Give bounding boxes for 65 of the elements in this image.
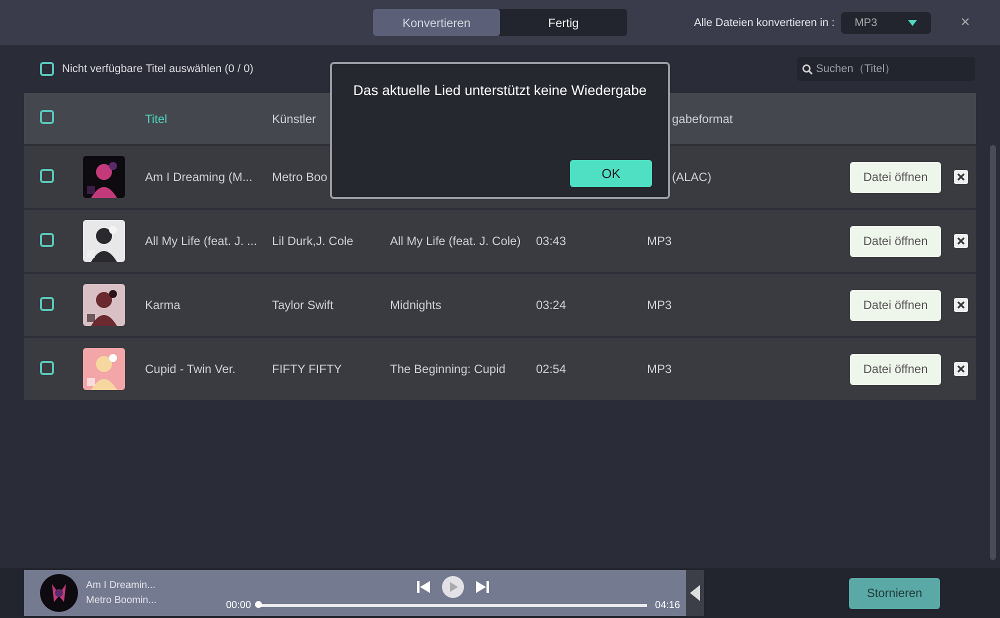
checkbox[interactable]: [40, 168, 54, 182]
album-cell: Midnights: [390, 298, 442, 312]
scrollbar[interactable]: [990, 145, 996, 560]
checkbox[interactable]: [40, 360, 54, 374]
album-cell: All My Life (feat. J. Cole): [390, 234, 521, 248]
close-icon: [957, 237, 965, 245]
duration-cell: 02:54: [536, 362, 566, 376]
checkbox[interactable]: [40, 110, 54, 124]
open-file-button[interactable]: Datei öffnen: [850, 162, 941, 192]
artist-cell: Metro Boo: [272, 170, 328, 184]
next-icon: [476, 580, 490, 592]
title-cell: Am I Dreaming (M...: [145, 170, 252, 184]
delete-button[interactable]: [954, 170, 968, 184]
triangle-left-icon: [690, 585, 700, 601]
delete-button[interactable]: [954, 298, 968, 312]
elapsed-time: 00:00: [226, 600, 252, 610]
caret-icon: [908, 20, 917, 26]
checkbox[interactable]: [40, 232, 54, 246]
close-icon: [957, 173, 965, 181]
column-header[interactable]: gabeformat: [672, 112, 733, 126]
close-button[interactable]: ×: [956, 14, 974, 32]
column-header[interactable]: Künstler: [272, 112, 316, 126]
artist-cell: Lil Durk,J. Cole: [272, 234, 354, 248]
format-cell: MP3: [647, 298, 672, 312]
tab[interactable]: Konvertieren: [373, 9, 500, 36]
artist-cell: Taylor Swift: [272, 298, 334, 312]
duration-cell: 03:24: [536, 298, 566, 312]
checkbox[interactable]: [40, 62, 54, 76]
title-cell: Karma: [145, 298, 180, 312]
ok-button[interactable]: OK: [570, 160, 652, 187]
title-cell: All My Life (feat. J. ...: [145, 234, 258, 248]
open-file-button[interactable]: Datei öffnen: [850, 290, 941, 320]
open-file-button[interactable]: Datei öffnen: [850, 354, 941, 384]
select-unavailable-label: Nicht verfügbare Titel auswählen (0 / 0): [62, 63, 254, 75]
slider-thumb[interactable]: [255, 601, 262, 608]
delete-button[interactable]: [954, 362, 968, 376]
search-icon: [802, 64, 813, 75]
close-icon: [957, 301, 965, 309]
track-title: Am I Dreamin...: [86, 580, 156, 591]
track-artist: Metro Boomin...: [86, 595, 158, 606]
format-cell: (ALAC): [672, 170, 712, 184]
format-cell: MP3: [647, 234, 672, 248]
delete-button[interactable]: [954, 234, 968, 248]
next-button[interactable]: [476, 580, 490, 592]
play-icon: [450, 582, 458, 592]
search-field[interactable]: Suchen（Titel）: [797, 57, 975, 81]
format-cell: MP3: [647, 362, 672, 376]
collapse-button[interactable]: [686, 570, 704, 616]
tab[interactable]: Fertig: [500, 9, 627, 36]
dialog-message: Das aktuelle Lied unterstützt keine Wiedergabe: [352, 82, 648, 98]
close-icon: [957, 365, 965, 373]
column-header[interactable]: Titel: [145, 112, 168, 126]
format-label: Alle Dateien konvertieren in :: [694, 16, 835, 28]
previous-icon: [417, 580, 430, 592]
previous-button[interactable]: [417, 580, 430, 592]
open-file-button[interactable]: Datei öffnen: [850, 226, 941, 256]
checkbox[interactable]: [40, 296, 54, 310]
play-button[interactable]: [442, 576, 464, 598]
artist-cell: FIFTY FIFTY: [272, 362, 342, 376]
duration-cell: 03:43: [536, 234, 566, 248]
cancel-button[interactable]: Stornieren: [849, 578, 940, 608]
format-dropdown[interactable]: MP3: [840, 12, 931, 34]
title-cell: Cupid - Twin Ver.: [145, 362, 236, 376]
album-cell: The Beginning: Cupid: [390, 362, 506, 376]
total-time: 04:16: [655, 600, 680, 610]
